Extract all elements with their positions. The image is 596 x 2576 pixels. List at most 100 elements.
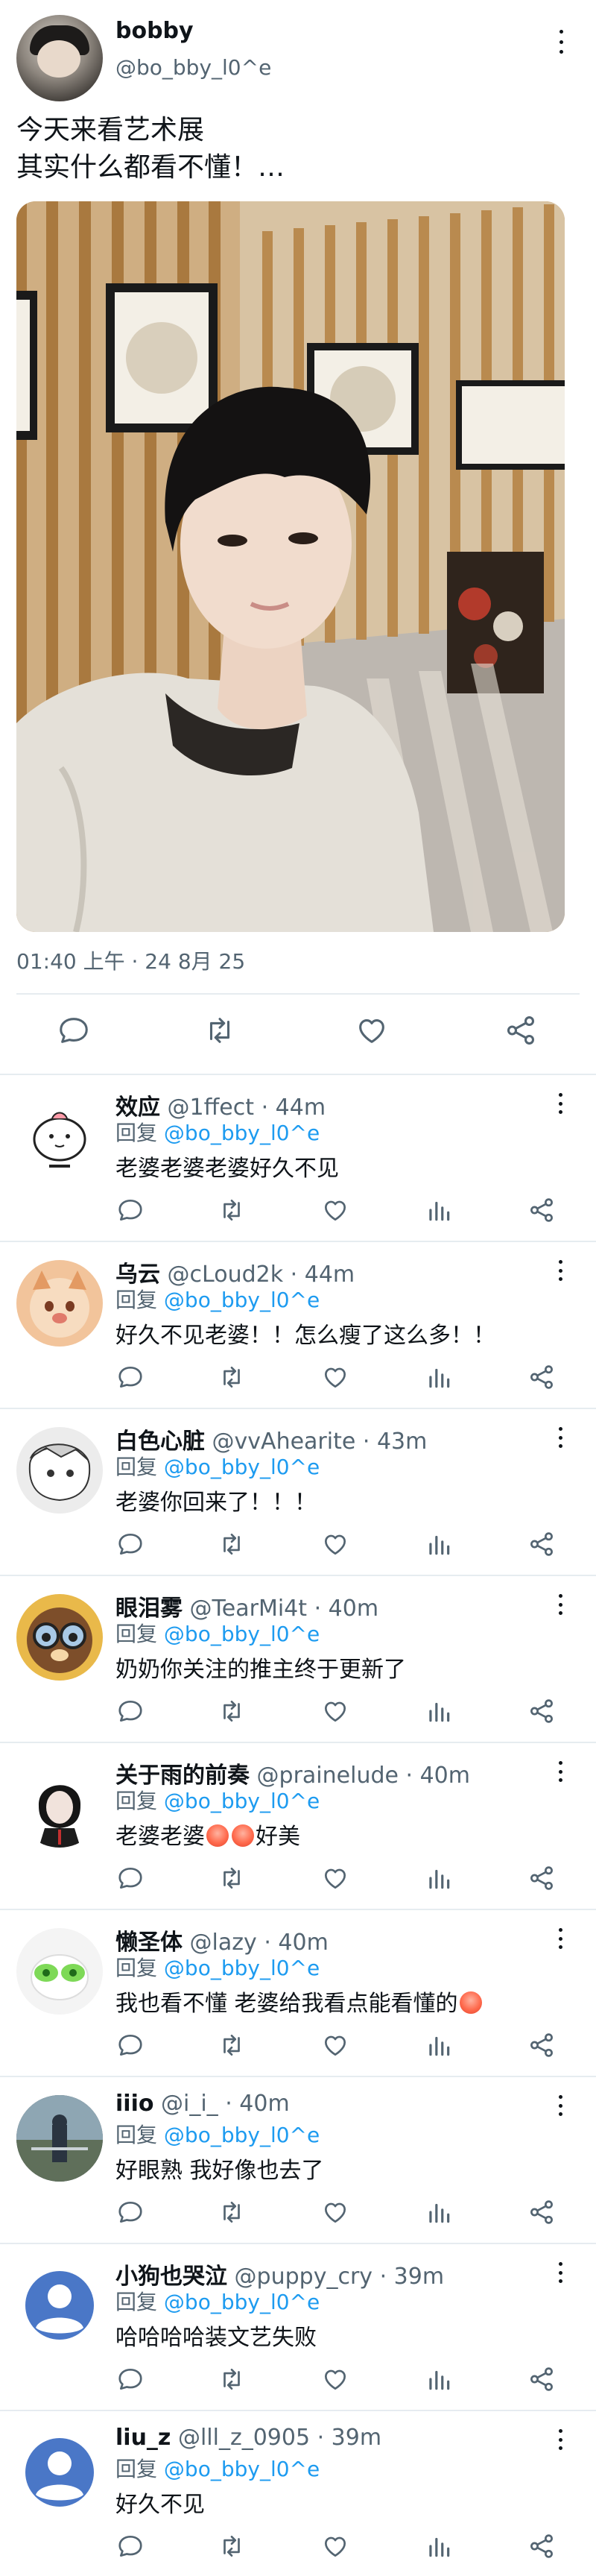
avatar[interactable] [16,1594,103,1681]
reply-icon[interactable] [116,1697,145,1725]
more-options-icon[interactable] [550,27,572,57]
avatar[interactable] [16,1093,103,1180]
replying-to-link[interactable]: @bo_bby_l0^e [164,1956,320,1980]
replying-to-link[interactable]: @bo_bby_l0^e [164,1622,320,1646]
reply-label: 回复 [115,1455,158,1479]
avatar[interactable] [16,1427,103,1514]
reply-tweet[interactable]: 效应 @1ffect · 44m 回复 @bo_bby_l0^e 老婆老婆老婆好… [0,1074,596,1241]
more-options-icon[interactable] [553,1424,568,1451]
views-icon[interactable] [425,1363,453,1391]
replying-to-link[interactable]: @bo_bby_l0^e [164,1455,320,1479]
reply-icon[interactable] [116,1530,145,1558]
like-icon[interactable] [321,1196,349,1224]
reply-text: 我也看不懂 老婆给我看点能看懂的 [115,1985,484,2018]
retweet-icon[interactable] [218,2031,246,2059]
replying-to-link[interactable]: @bo_bby_l0^e [164,2123,320,2147]
hot-face-emoji-icon [232,1824,254,1847]
reply-tweet[interactable]: 关于雨的前奏 @prainelude · 40m 回复 @bo_bby_l0^e… [0,1742,596,1909]
share-icon[interactable] [527,1530,556,1558]
more-options-icon[interactable] [553,1591,568,1618]
share-icon[interactable] [527,1864,556,1892]
more-options-icon[interactable] [553,2092,568,2119]
retweet-icon[interactable] [218,2365,246,2393]
like-icon[interactable] [355,1013,389,1048]
reply-tweet[interactable]: 白色心脏 @vvAhearite · 43m 回复 @bo_bby_l0^e 老… [0,1408,596,1575]
reply-author-handle[interactable]: @i_i_ [161,2091,218,2117]
reply-icon[interactable] [116,1864,145,1892]
views-icon[interactable] [425,1697,453,1725]
replying-to-link[interactable]: @bo_bby_l0^e [164,2290,320,2314]
more-options-icon[interactable] [553,2426,568,2453]
reply-tweet[interactable]: 懒圣体 @lazy · 40m 回复 @bo_bby_l0^e 我也看不懂 老婆… [0,1909,596,2076]
replying-to-link[interactable]: @bo_bby_l0^e [164,2457,320,2481]
replying-to-link[interactable]: @bo_bby_l0^e [164,1789,320,1813]
more-options-icon[interactable] [553,1090,568,1117]
like-icon[interactable] [321,1363,349,1391]
views-icon[interactable] [425,2031,453,2059]
reply-tweet[interactable]: 乌云 @cLoud2k · 44m 回复 @bo_bby_l0^e 好久不见老婆… [0,1241,596,1408]
like-icon[interactable] [321,2198,349,2226]
more-options-icon[interactable] [553,1925,568,1952]
share-icon[interactable] [527,2365,556,2393]
replying-to-link[interactable]: @bo_bby_l0^e [164,1121,320,1145]
views-icon[interactable] [425,2198,453,2226]
reply-tweet[interactable]: iiio @i_i_ · 40m 回复 @bo_bby_l0^e 好眼熟 我好像… [0,2076,596,2243]
reply-author-handle[interactable]: @lll_z_0905 [178,2425,310,2451]
more-options-icon[interactable] [553,2259,568,2286]
reply-icon[interactable] [116,2532,145,2560]
reply-icon[interactable] [116,2198,145,2226]
views-icon[interactable] [425,1864,453,1892]
share-icon[interactable] [527,1697,556,1725]
retweet-icon[interactable] [218,1864,246,1892]
reply-icon[interactable] [116,1196,145,1224]
retweet-icon[interactable] [218,1697,246,1725]
reply-tweet[interactable]: 小狗也哭泣 @puppy_cry · 39m 回复 @bo_bby_l0^e 哈… [0,2243,596,2410]
retweet-icon[interactable] [218,2198,246,2226]
like-icon[interactable] [321,1697,349,1725]
replying-to: 回复 @bo_bby_l0^e [115,1117,320,1147]
avatar[interactable] [16,2095,103,2182]
retweet-icon[interactable] [218,1530,246,1558]
author-avatar[interactable] [16,15,103,101]
avatar[interactable] [16,1928,103,2015]
avatar[interactable] [16,2262,103,2349]
reply-icon[interactable] [116,1363,145,1391]
replying-to-link[interactable]: @bo_bby_l0^e [164,1288,320,1312]
retweet-icon[interactable] [218,1196,246,1224]
like-icon[interactable] [321,1530,349,1558]
reply-author-name[interactable]: iiio [115,2091,153,2117]
retweet-icon[interactable] [218,2532,246,2560]
avatar[interactable] [16,1260,103,1347]
tweet-photo[interactable] [16,201,565,932]
views-icon[interactable] [425,1530,453,1558]
avatar[interactable] [16,2429,103,2516]
reply-icon[interactable] [116,2365,145,2393]
more-options-icon[interactable] [553,1257,568,1284]
views-icon[interactable] [425,1196,453,1224]
share-icon[interactable] [527,2532,556,2560]
like-icon[interactable] [321,2031,349,2059]
like-icon[interactable] [321,1864,349,1892]
share-icon[interactable] [527,2198,556,2226]
reply-author-name[interactable]: liu_z [115,2425,171,2451]
reply-icon[interactable] [57,1013,91,1048]
share-icon[interactable] [527,1363,556,1391]
views-icon[interactable] [425,2532,453,2560]
views-icon[interactable] [425,2365,453,2393]
retweet-icon[interactable] [203,1013,237,1048]
like-icon[interactable] [321,2365,349,2393]
like-icon[interactable] [321,2532,349,2560]
retweet-icon[interactable] [218,1363,246,1391]
author-name[interactable]: bobby [115,18,194,44]
author-handle[interactable]: @bo_bby_l0^e [115,55,271,80]
reply-text-part: 老婆你回来了！！！ [115,1490,317,1516]
share-icon[interactable] [504,1013,538,1048]
reply-text-part: 我也看不懂 老婆给我看点能看懂的 [115,1991,458,2017]
reply-tweet[interactable]: liu_z @lll_z_0905 · 39m 回复 @bo_bby_l0^e … [0,2410,596,2576]
share-icon[interactable] [527,2031,556,2059]
share-icon[interactable] [527,1196,556,1224]
reply-icon[interactable] [116,2031,145,2059]
reply-tweet[interactable]: 眼泪雾 @TearMi4t · 40m 回复 @bo_bby_l0^e 奶奶你关… [0,1575,596,1742]
more-options-icon[interactable] [553,1758,568,1785]
avatar[interactable] [16,1761,103,1848]
